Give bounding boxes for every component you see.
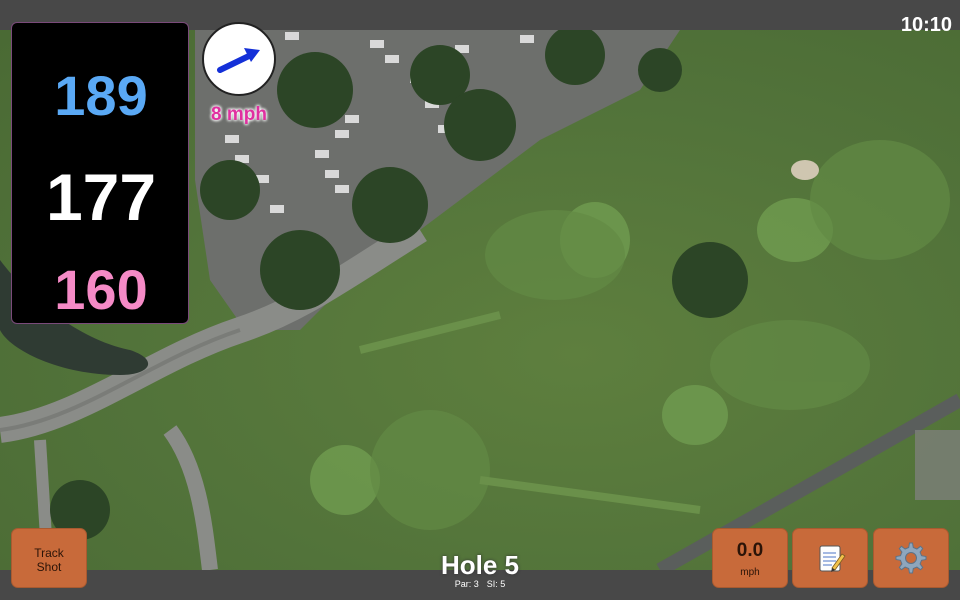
- center-distance: 177: [45, 160, 157, 234]
- hole-par: Par: 3: [454, 579, 479, 589]
- wind-direction-indicator: [202, 22, 276, 96]
- hole-title: Hole 5: [440, 550, 520, 580]
- back-distance: 189: [54, 64, 148, 127]
- track-shot-button[interactable]: Track Shot: [11, 528, 87, 588]
- notes-button[interactable]: [792, 528, 868, 588]
- clock: 10:10: [900, 14, 952, 36]
- hole-details: Par: 3 SI: 5: [380, 579, 580, 589]
- track-shot-label-line2: Shot: [36, 560, 62, 574]
- notepad-icon: [819, 545, 846, 572]
- hole-info: Hole 5 Par: 3 SI: 5: [380, 550, 580, 589]
- hole-si: SI: 5: [486, 579, 506, 589]
- wind-meter-value: 0.0: [736, 540, 764, 561]
- front-distance: 160: [54, 258, 148, 321]
- settings-button[interactable]: [873, 528, 949, 588]
- golf-gps-app: 10:10 189 177 160 8 mph Track Shot Hole …: [0, 0, 960, 600]
- track-shot-label-line1: Track: [34, 546, 64, 560]
- gear-icon: [895, 542, 927, 574]
- wind-meter-button[interactable]: 0.0 mph: [712, 528, 788, 588]
- wind-speed-label: 8 mph: [211, 104, 267, 125]
- distance-panel[interactable]: 189 177 160: [11, 22, 189, 324]
- wind-arrow-icon: [217, 48, 260, 73]
- wind-meter-unit: mph: [740, 567, 760, 578]
